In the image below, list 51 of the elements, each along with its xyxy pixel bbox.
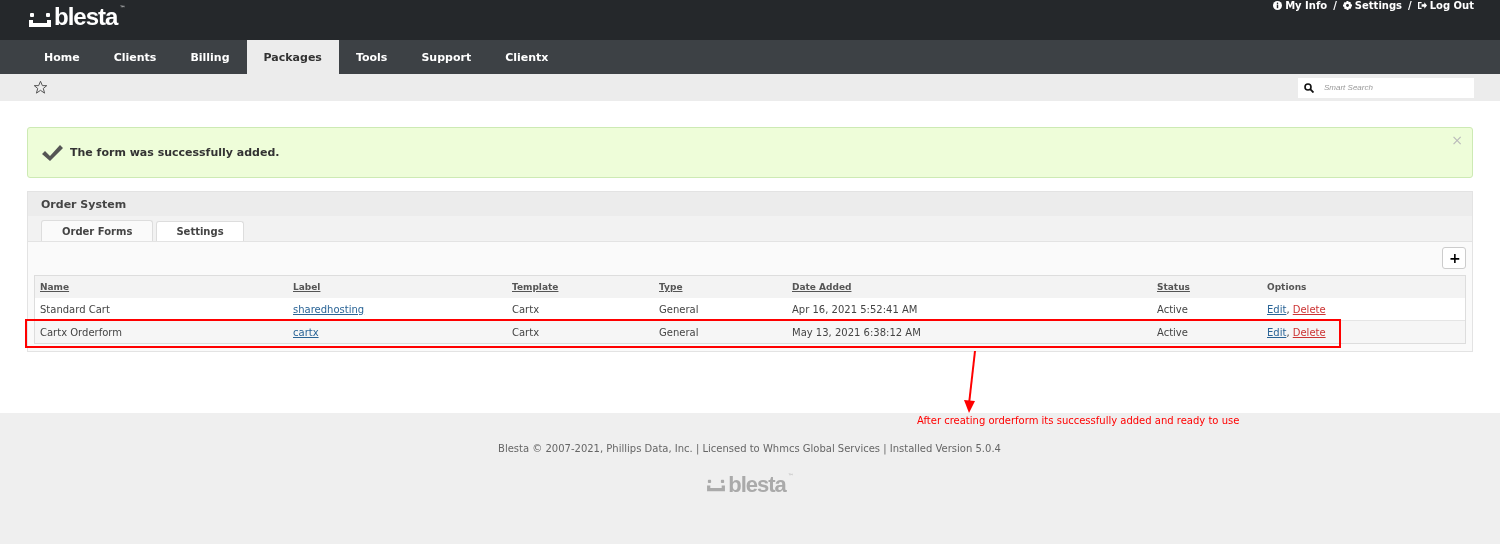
- table-cell: Cartx Orderform: [40, 326, 122, 338]
- logo-text: blesta: [54, 4, 118, 30]
- link-separator: /: [1408, 0, 1412, 11]
- smile-icon: [28, 12, 52, 28]
- nav-tab[interactable]: Clients: [96, 40, 174, 74]
- nav-tab[interactable]: Tools: [338, 40, 405, 74]
- column-header[interactable]: Template: [507, 282, 654, 292]
- column-header: Options: [1266, 282, 1308, 292]
- user-link[interactable]: Log Out: [1429, 0, 1474, 11]
- alert-message: The form was successfully added.: [70, 146, 280, 159]
- nav-tab[interactable]: Clientx: [488, 40, 566, 74]
- table-cell: General: [659, 326, 699, 338]
- table-cell: Cartx: [512, 303, 540, 315]
- user-link[interactable]: Settings: [1354, 0, 1403, 11]
- table-cell: Standard Cart: [40, 303, 110, 315]
- nav-tab[interactable]: Support: [404, 40, 489, 74]
- user-link[interactable]: My Info: [1285, 0, 1328, 11]
- add-button[interactable]: +: [1442, 247, 1466, 269]
- table-cell: May 13, 2021 6:38:12 AM: [792, 326, 921, 338]
- delete-link[interactable]: Delete: [1292, 303, 1326, 315]
- comma: ,: [1286, 303, 1290, 315]
- comma: ,: [1286, 326, 1290, 338]
- label-link[interactable]: sharedhosting: [293, 303, 365, 315]
- panel-tab[interactable]: Order Forms: [41, 220, 154, 241]
- footer-logo-text: blesta: [728, 472, 786, 498]
- table-cell: Apr 16, 2021 5:52:41 AM: [792, 303, 918, 315]
- table-cell: Cartx: [512, 326, 540, 338]
- annotation-text: After creating orderform its successfully added and ready to use: [917, 415, 1240, 426]
- panel-title: Order System: [41, 197, 127, 211]
- footer-text: Blesta © 2007-2021, Phillips Data, Inc. | Licensed to Whmcs Global Services | Installed Version 5.0.4: [498, 443, 1001, 454]
- search-field[interactable]: Smart Search: [1298, 77, 1474, 98]
- checkmark-icon: [40, 142, 64, 163]
- panel-tab[interactable]: Settings: [156, 221, 244, 241]
- column-header[interactable]: Date Added: [787, 282, 1152, 292]
- delete-link[interactable]: Delete: [1292, 326, 1326, 338]
- column-header[interactable]: Name: [35, 282, 288, 292]
- column-header[interactable]: Status: [1152, 282, 1262, 292]
- nav-tab[interactable]: Billing: [173, 40, 247, 74]
- table-cell: Active: [1157, 303, 1188, 315]
- column-header[interactable]: Type: [654, 282, 787, 292]
- table-cell: Active: [1157, 326, 1188, 338]
- column-header[interactable]: Label: [288, 282, 507, 292]
- link-separator: /: [1333, 0, 1337, 11]
- nav-tab[interactable]: Packages: [246, 40, 339, 74]
- nav-tab[interactable]: Home: [27, 40, 97, 74]
- search-icon: [1304, 82, 1314, 93]
- label-link[interactable]: cartx: [293, 326, 319, 338]
- smile-icon: [706, 479, 727, 492]
- table-cell: General: [659, 303, 699, 315]
- star-icon[interactable]: [33, 80, 48, 95]
- logout-icon: [1417, 1, 1427, 10]
